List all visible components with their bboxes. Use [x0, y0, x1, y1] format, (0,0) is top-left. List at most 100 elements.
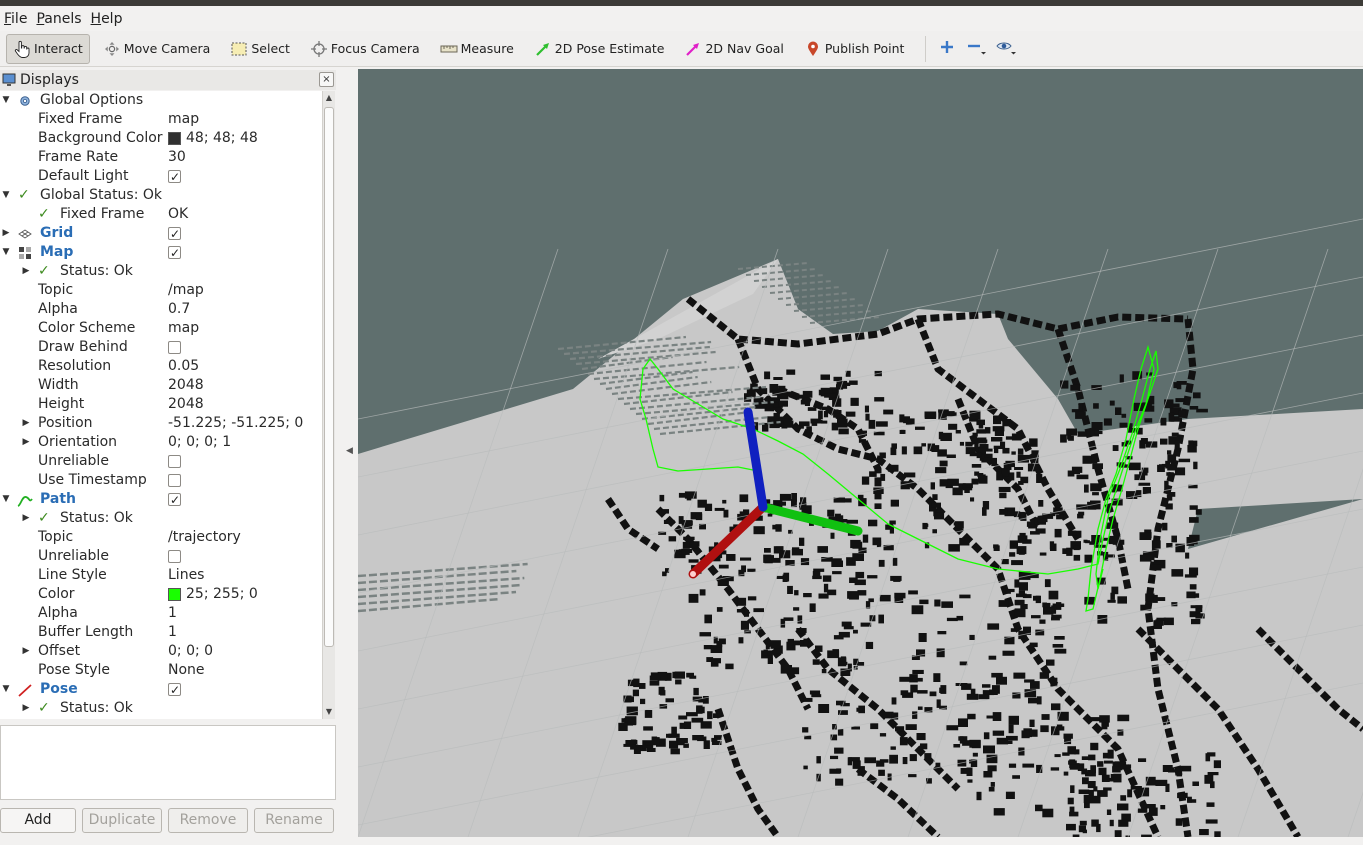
tree-row[interactable]: Default Light	[0, 167, 322, 187]
tree-row[interactable]: Buffer Length 1	[0, 623, 322, 642]
select-tool-button[interactable]: Select	[223, 34, 297, 64]
property-value[interactable]: /trajectory	[168, 528, 241, 547]
tree-row[interactable]: Resolution 0.05	[0, 357, 322, 376]
close-panel-button[interactable]: ×	[319, 72, 334, 87]
tree-row[interactable]: ▶ ✓ Status: Ok	[0, 699, 322, 718]
expand-right-icon[interactable]: ▶	[0, 226, 12, 240]
checkbox[interactable]	[168, 681, 181, 700]
expand-down-icon[interactable]: ▼	[0, 93, 12, 107]
checkbox[interactable]	[168, 225, 181, 244]
duplicate-display-button[interactable]: Duplicate	[82, 808, 162, 833]
property-value[interactable]	[168, 167, 181, 187]
checkbox[interactable]	[168, 341, 181, 354]
property-value[interactable]: map	[168, 110, 199, 129]
property-value[interactable]: 1	[168, 604, 177, 623]
property-value[interactable]: 2048	[168, 395, 204, 414]
tree-row[interactable]: Alpha 0.7	[0, 300, 322, 319]
tree-row[interactable]: ✓ Fixed Frame OK	[0, 205, 322, 224]
expand-right-icon[interactable]: ▶	[20, 264, 32, 278]
remove-tool-button[interactable]	[964, 36, 990, 62]
tree-row[interactable]: Topic/map	[0, 281, 322, 300]
tree-row[interactable]: Line Style Lines	[0, 566, 322, 585]
scrollbar-thumb[interactable]	[324, 107, 334, 647]
checkbox[interactable]	[168, 550, 181, 563]
scroll-up-icon[interactable]: ▲	[323, 91, 335, 105]
publish-point-tool-button[interactable]: Publish Point	[797, 34, 912, 64]
expand-down-icon[interactable]: ▼	[0, 245, 12, 259]
property-value[interactable]: 0; 0; 0	[168, 642, 213, 661]
property-value[interactable]	[168, 338, 181, 354]
property-value[interactable]: 2048	[168, 376, 204, 395]
tree-row[interactable]: ▼ Map	[0, 243, 322, 263]
tree-row[interactable]: ▶ Offset 0; 0; 0	[0, 642, 322, 661]
tree-row[interactable]: Fixed Frame map	[0, 110, 322, 129]
checkbox[interactable]	[168, 455, 181, 468]
property-value[interactable]: 0.05	[168, 357, 199, 376]
tree-row[interactable]: Width 2048	[0, 376, 322, 395]
tree-row[interactable]: Color 25; 255; 0	[0, 585, 322, 604]
tree-row[interactable]: Background Color 48; 48; 48	[0, 129, 322, 148]
property-value[interactable]	[168, 224, 181, 244]
menu-panels[interactable]: Panels	[32, 11, 86, 27]
expand-right-icon[interactable]: ▶	[20, 435, 32, 449]
expand-down-icon[interactable]: ▼	[0, 682, 12, 696]
property-value[interactable]: -51.225; -51.225; 0	[168, 414, 303, 433]
tree-row[interactable]: ▼ ✓ Global Status: Ok	[0, 186, 322, 205]
tree-row[interactable]: ▶ ✓ Status: Ok	[0, 509, 322, 528]
tree-row[interactable]: Topic/trajectory	[0, 528, 322, 547]
move-camera-tool-button[interactable]: Move Camera	[96, 34, 218, 64]
tree-row[interactable]: Unreliable	[0, 547, 322, 566]
measure-tool-button[interactable]: Measure	[433, 34, 521, 64]
tree-row[interactable]: Frame Rate 30	[0, 148, 322, 167]
checkbox[interactable]	[168, 244, 181, 263]
interact-tool-button[interactable]: Interact	[6, 33, 90, 64]
view-splitter[interactable]: ◀	[341, 68, 357, 845]
tree-row[interactable]: Height 2048	[0, 395, 322, 414]
menu-file[interactable]: File	[0, 11, 32, 27]
tree-row[interactable]: Color Scheme map	[0, 319, 322, 338]
property-value[interactable]: 25; 255; 0	[168, 585, 258, 604]
pose-estimate-tool-button[interactable]: 2D Pose Estimate	[527, 34, 672, 64]
property-value[interactable]: OK	[168, 205, 188, 224]
color-swatch[interactable]	[168, 132, 181, 145]
property-value[interactable]	[168, 471, 181, 487]
collapse-arrow-icon[interactable]: ◀	[346, 446, 353, 456]
checkbox[interactable]	[168, 491, 181, 510]
add-display-button[interactable]: Add	[0, 808, 76, 833]
tree-row[interactable]: Use Timestamp	[0, 471, 322, 490]
tree-row[interactable]: ▶ Orientation 0; 0; 0; 1	[0, 433, 322, 452]
focus-camera-tool-button[interactable]: Focus Camera	[303, 34, 427, 64]
3d-render-view[interactable]	[358, 69, 1363, 837]
view-options-button[interactable]	[994, 36, 1020, 62]
tree-row[interactable]: ▼ Path	[0, 490, 322, 510]
property-value[interactable]	[168, 243, 181, 263]
property-value[interactable]: 1	[168, 623, 177, 642]
expand-right-icon[interactable]: ▶	[20, 416, 32, 430]
add-tool-button[interactable]	[934, 36, 960, 62]
property-value[interactable]	[168, 452, 181, 468]
expand-down-icon[interactable]: ▼	[0, 188, 12, 202]
expand-right-icon[interactable]: ▶	[20, 511, 32, 525]
property-value[interactable]	[168, 490, 181, 510]
property-value[interactable]: 30	[168, 148, 186, 167]
tree-row[interactable]: Draw Behind	[0, 338, 322, 357]
expand-right-icon[interactable]: ▶	[20, 644, 32, 658]
tree-scrollbar[interactable]: ▲ ▼	[322, 91, 335, 719]
property-value[interactable]: 48; 48; 48	[168, 129, 258, 148]
expand-down-icon[interactable]: ▼	[0, 492, 12, 506]
tree-row[interactable]: ▶ Grid	[0, 224, 322, 244]
tree-row[interactable]: ▶ ✓ Status: Ok	[0, 262, 322, 281]
tree-row[interactable]: Unreliable	[0, 452, 322, 471]
tree-row[interactable]: ▶ Position -51.225; -51.225; 0	[0, 414, 322, 433]
property-value[interactable]	[168, 680, 181, 700]
scroll-down-icon[interactable]: ▼	[323, 705, 335, 719]
expand-right-icon[interactable]: ▶	[20, 701, 32, 715]
checkbox[interactable]	[168, 168, 181, 187]
property-value[interactable]: None	[168, 661, 205, 680]
checkbox[interactable]	[168, 474, 181, 487]
nav-goal-tool-button[interactable]: 2D Nav Goal	[677, 34, 790, 64]
tree-row[interactable]: ▼ Global Options	[0, 91, 322, 110]
menu-help[interactable]: Help	[87, 11, 128, 27]
remove-display-button[interactable]: Remove	[168, 808, 248, 833]
tree-row[interactable]: Alpha 1	[0, 604, 322, 623]
